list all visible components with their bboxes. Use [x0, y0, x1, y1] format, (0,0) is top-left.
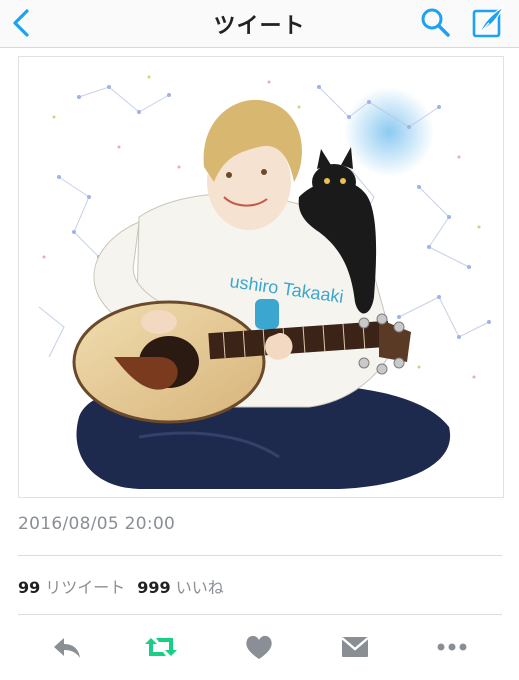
divider — [18, 555, 502, 556]
message-icon[interactable] — [339, 632, 371, 662]
like-count[interactable]: 999 — [137, 578, 170, 597]
action-bar — [0, 627, 519, 667]
tweet-stats: 99 リツイート 999 いいね — [18, 574, 236, 598]
retweet-icon[interactable] — [145, 632, 177, 662]
navigation-bar: ツイート — [0, 0, 519, 48]
retweet-count-label[interactable]: リツイート — [45, 578, 125, 597]
retweet-count[interactable]: 99 — [18, 578, 40, 597]
more-icon[interactable] — [436, 632, 468, 662]
divider — [18, 614, 502, 615]
tweet-timestamp: 2016/08/05 20:00 — [18, 514, 176, 534]
search-icon[interactable] — [418, 5, 452, 39]
illustration: ushiro Takaaki 46 — [38, 75, 491, 489]
like-count-label[interactable]: いいね — [176, 578, 224, 597]
reply-icon[interactable] — [51, 632, 83, 662]
tweet-media-image[interactable]: ushiro Takaaki 46 — [18, 56, 504, 498]
compose-feather-icon[interactable] — [470, 4, 506, 40]
heart-icon[interactable] — [243, 632, 275, 662]
